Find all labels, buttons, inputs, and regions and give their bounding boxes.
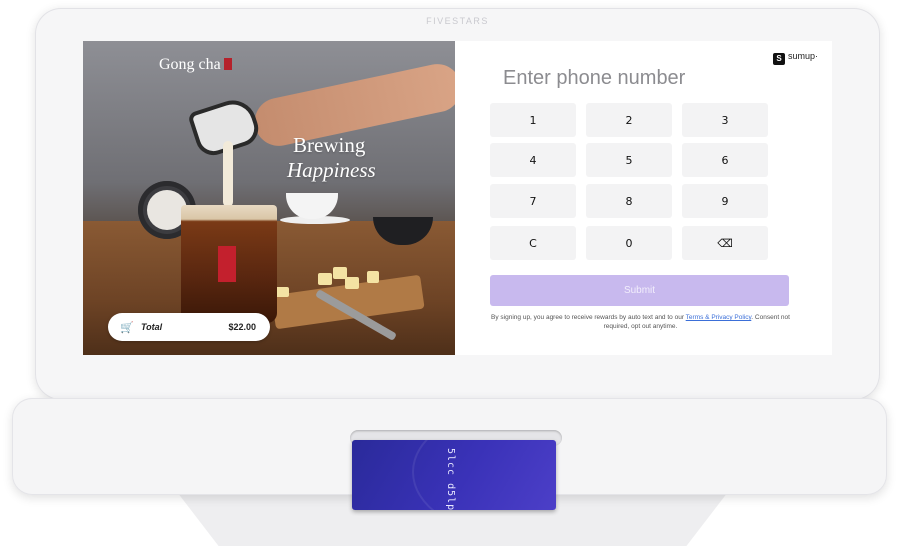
keypad-key-2[interactable]: 2 [586, 103, 672, 137]
promo-panel: Gong cha Brewing Happiness 🛒 Total $22.0… [83, 41, 455, 355]
keypad-key-3[interactable]: 3 [682, 103, 768, 137]
brand-logo-text: Gong cha [159, 56, 221, 73]
sumup-logo-icon: S [772, 53, 785, 65]
phone-number-display: Enter phone number [503, 67, 686, 89]
keypad-key-1[interactable]: 1 [490, 103, 576, 137]
touch-screen: Gong cha Brewing Happiness 🛒 Total $22.0… [83, 41, 832, 355]
brand-logo-badge [223, 58, 232, 70]
headline-line-2: Happiness [287, 158, 376, 182]
consent-text: By signing up, you agree to receive rewa… [489, 313, 792, 331]
device-brand: FIVESTARS [426, 16, 489, 26]
butter-image [345, 277, 359, 289]
cup-logo-image [218, 246, 236, 282]
keypad-key-clear[interactable]: C [490, 226, 576, 260]
keypad-key-0[interactable]: 0 [586, 226, 672, 260]
keypad-key-8[interactable]: 8 [586, 184, 672, 218]
phone-entry-panel: Ssumup· Enter phone number 1 2 3 4 5 6 7… [455, 41, 832, 355]
headline-line-1: Brewing [293, 133, 366, 157]
cart-icon: 🛒 [120, 322, 134, 334]
milk-pour-image [223, 141, 233, 207]
sumup-logo-text: sumup· [787, 51, 818, 61]
keypad-key-7[interactable]: 7 [490, 184, 576, 218]
backspace-icon[interactable]: ⌫ [682, 226, 768, 260]
card-pattern [412, 440, 556, 510]
keypad-key-4[interactable]: 4 [490, 143, 576, 177]
order-total-pill: 🛒 Total $22.00 [108, 313, 270, 341]
submit-button[interactable]: Submit [490, 275, 789, 306]
total-label: Total [141, 322, 163, 332]
butter-image [318, 273, 332, 285]
consent-text-prefix: By signing up, you agree to receive rewa… [491, 314, 686, 321]
terms-privacy-link[interactable]: Terms & Privacy Policy [686, 314, 752, 321]
total-amount: $22.00 [228, 322, 256, 332]
butter-image [367, 271, 379, 283]
sumup-logo: Ssumup· [772, 51, 818, 65]
card-number-text: 5lcc d5lp 5lcc [445, 448, 456, 510]
keypad-key-9[interactable]: 9 [682, 184, 768, 218]
coffee-cup-image [286, 193, 338, 219]
keypad-key-5[interactable]: 5 [586, 143, 672, 177]
keypad-key-6[interactable]: 6 [682, 143, 768, 177]
payment-card: 5lcc d5lp 5lcc [352, 440, 556, 510]
promo-headline: Brewing Happiness [287, 133, 376, 183]
brand-logo: Gong cha [159, 56, 232, 74]
